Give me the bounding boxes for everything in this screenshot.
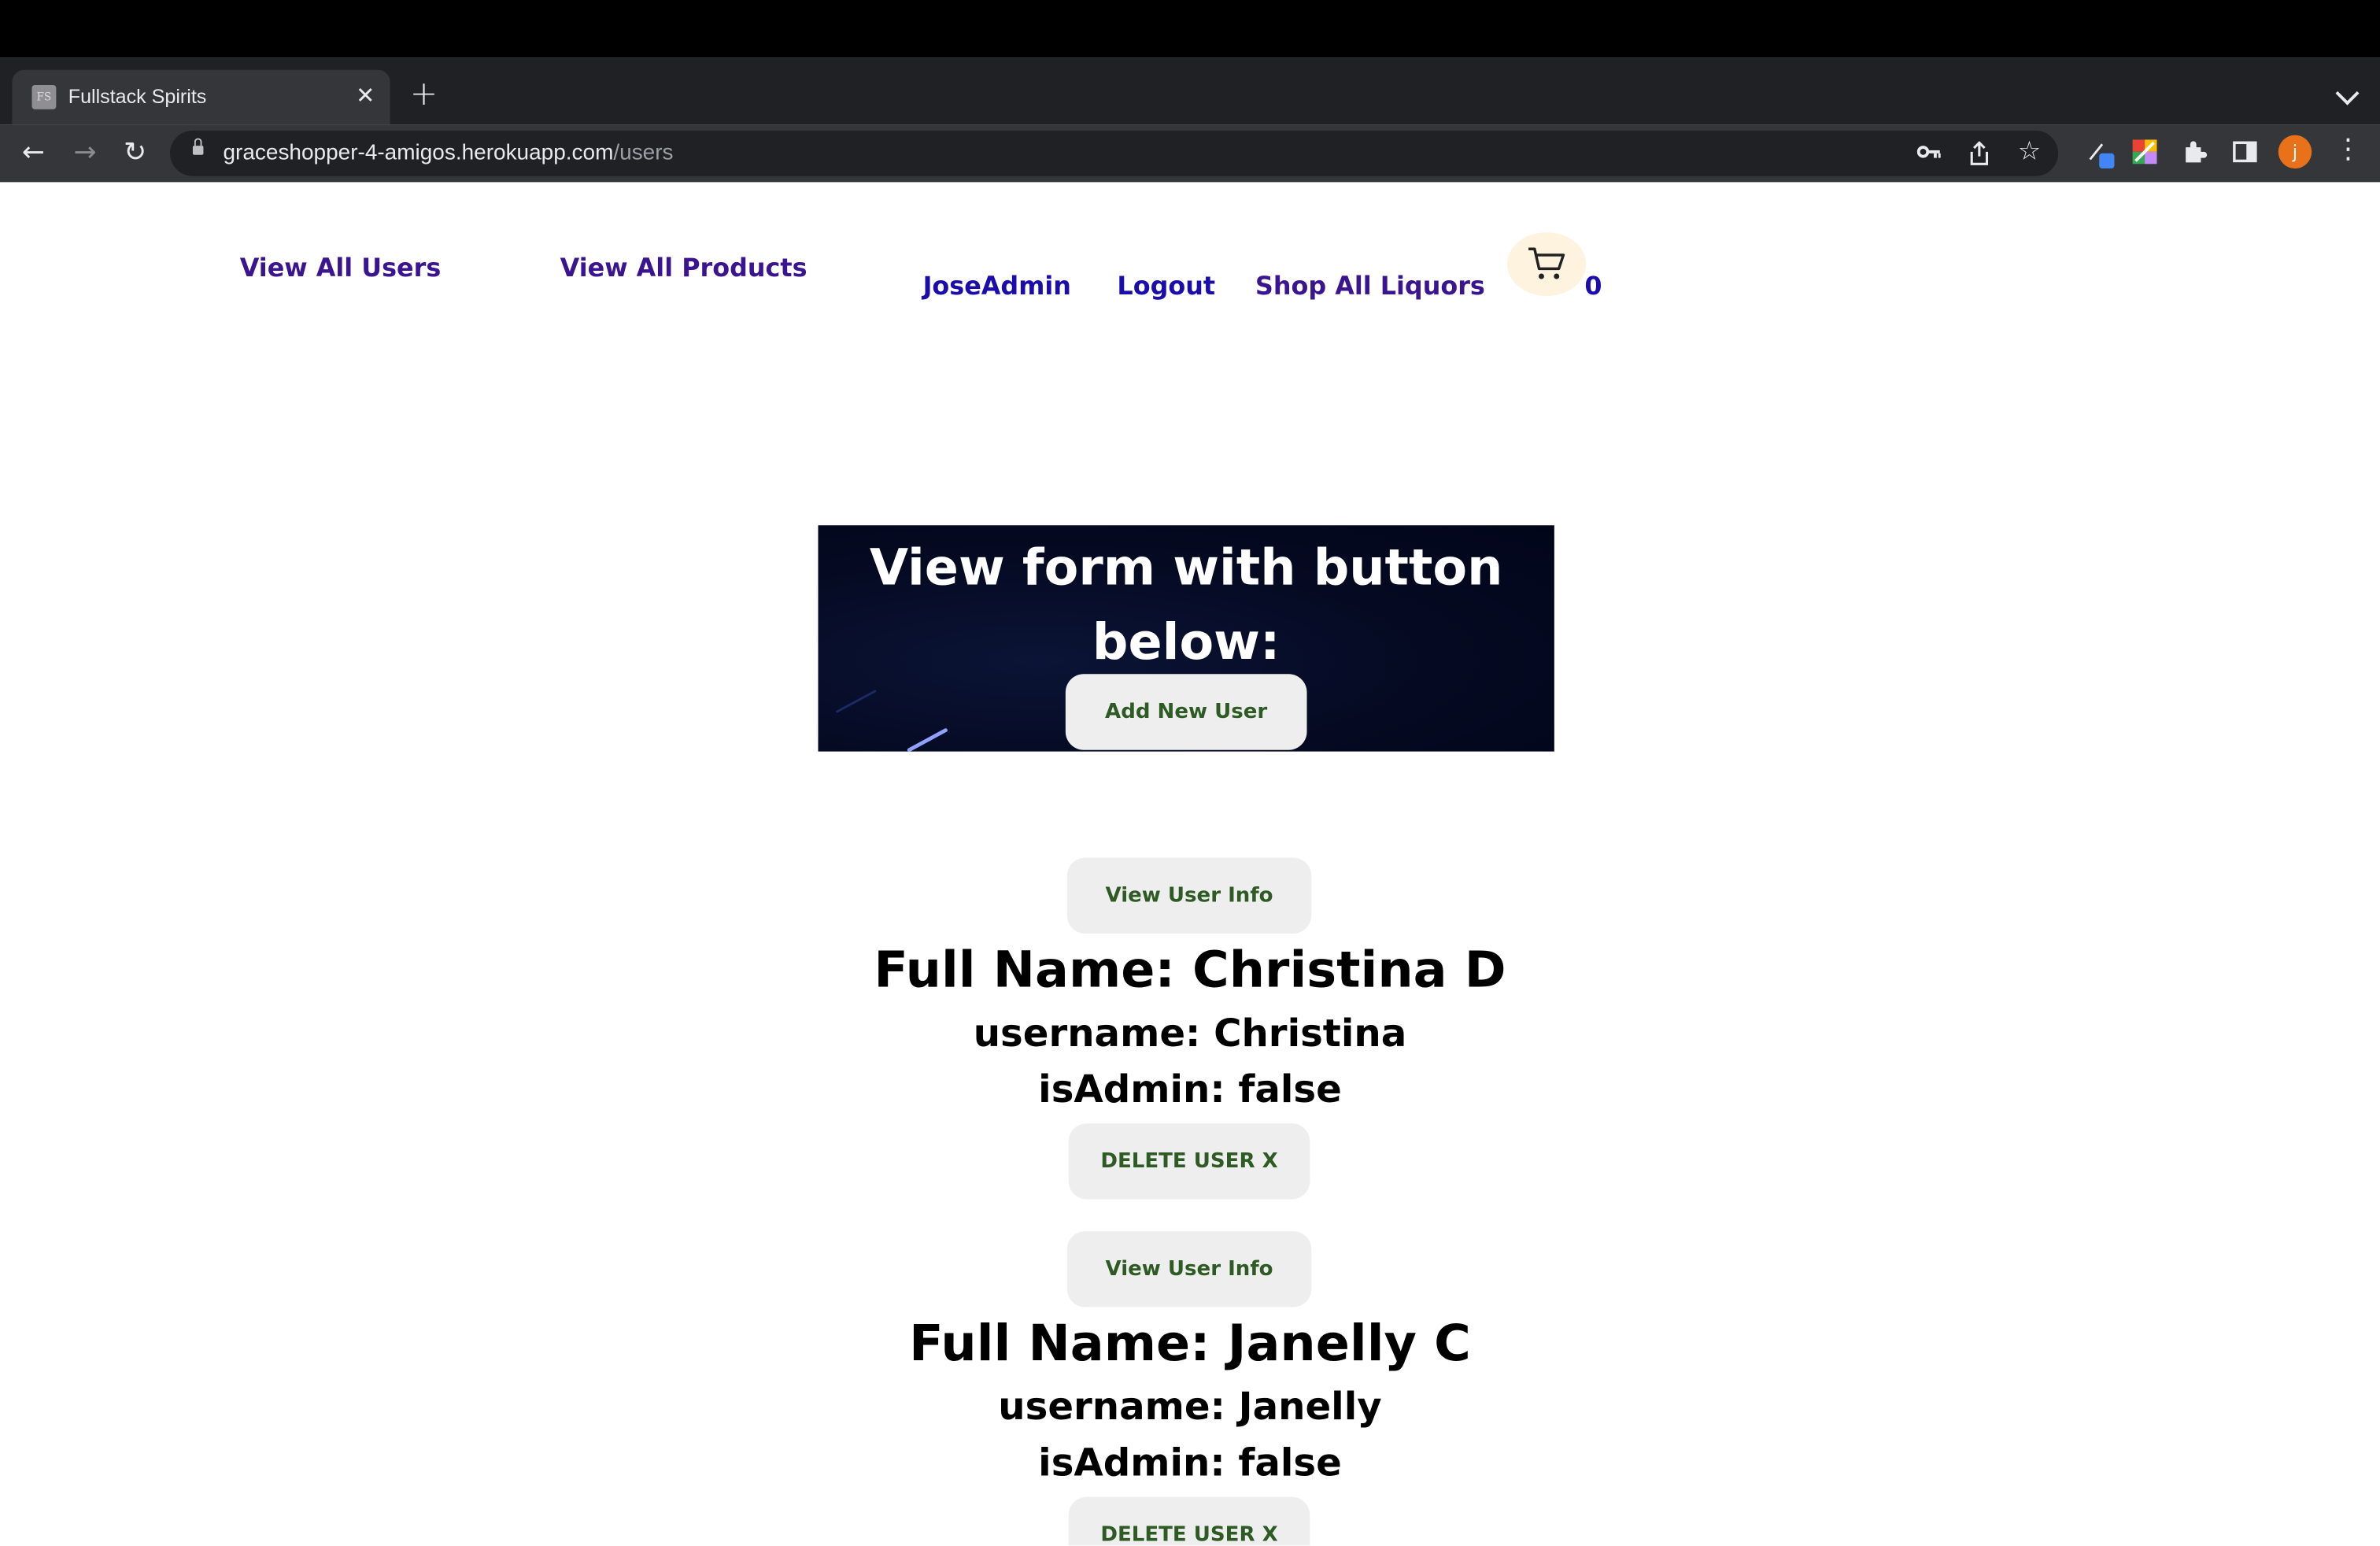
back-icon[interactable]: ← — [13, 134, 53, 173]
user-is-admin: isAdmin: false — [1038, 1441, 1342, 1485]
nav-logout[interactable]: Logout — [1117, 272, 1215, 301]
view-user-info-button[interactable]: View User Info — [1066, 1231, 1312, 1307]
delete-user-button[interactable]: DELETE USER X — [1068, 1123, 1310, 1200]
cart-button[interactable] — [1507, 232, 1587, 297]
hero-title: View form with button below: — [869, 537, 1503, 671]
reload-icon[interactable]: ↻ — [116, 134, 155, 173]
delete-user-button[interactable]: DELETE USER X — [1068, 1496, 1310, 1546]
user-username: username: Christina — [973, 1011, 1407, 1056]
share-icon[interactable] — [1965, 141, 1993, 172]
light-streak — [907, 728, 948, 752]
add-new-user-button[interactable]: Add New User — [1065, 674, 1307, 750]
browser-tab[interactable]: FS Fullstack Spirits ✕ — [12, 69, 390, 125]
url-text[interactable]: graceshopper-4-amigos.herokuapp.com/user… — [223, 141, 673, 165]
cart-count: 0 — [1584, 272, 1602, 301]
lock-icon[interactable] — [192, 138, 204, 155]
nav-username[interactable]: JoseAdmin — [923, 272, 1071, 301]
tab-search-chevron-icon[interactable] — [2335, 81, 2360, 105]
view-user-info-button[interactable]: View User Info — [1066, 857, 1312, 934]
nav-view-all-users[interactable]: View All Users — [240, 253, 442, 283]
nav-view-all-products[interactable]: View All Products — [560, 253, 808, 283]
address-bar[interactable]: graceshopper-4-amigos.herokuapp.com/user… — [169, 130, 2059, 176]
nav-shop-all-liquors[interactable]: Shop All Liquors — [1255, 272, 1485, 301]
url-host: graceshopper-4-amigos.herokuapp.com — [223, 141, 614, 166]
user-full-name: Full Name: Janelly C — [909, 1313, 1471, 1373]
new-tab-icon[interactable]: + — [410, 78, 438, 112]
tab-title: Fullstack Spirits — [68, 84, 207, 108]
extensions-puzzle-icon[interactable] — [2181, 138, 2208, 165]
browser-tabstrip: FS Fullstack Spirits ✕ + — [0, 57, 2380, 125]
bookmark-star-icon[interactable]: ☆ — [2016, 137, 2043, 168]
browser-toolbar: ← → ↻ graceshopper-4-amigos.herokuapp.co… — [0, 124, 2380, 183]
extension-colorful-icon[interactable] — [2131, 138, 2159, 165]
profile-avatar[interactable]: j — [2278, 135, 2312, 169]
window-top-bar — [0, 0, 2380, 58]
user-username: username: Janelly — [998, 1384, 1382, 1429]
forward-icon[interactable]: → — [65, 134, 105, 173]
side-panel-icon[interactable] — [2231, 138, 2259, 165]
cart-icon — [1528, 247, 1565, 279]
url-path: /users — [613, 141, 674, 166]
password-key-icon[interactable] — [1916, 141, 1943, 165]
close-tab-icon[interactable]: ✕ — [356, 82, 375, 109]
extension-pen-icon[interactable] — [2087, 138, 2115, 169]
faint-streak — [835, 690, 877, 713]
page-content: View All Users View All Products JoseAdm… — [0, 182, 2380, 1546]
favicon-icon: FS — [31, 84, 57, 109]
user-full-name: Full Name: Christina D — [874, 939, 1506, 999]
browser-menu-icon[interactable]: ⋮ — [2334, 134, 2362, 165]
user-is-admin: isAdmin: false — [1038, 1067, 1342, 1111]
